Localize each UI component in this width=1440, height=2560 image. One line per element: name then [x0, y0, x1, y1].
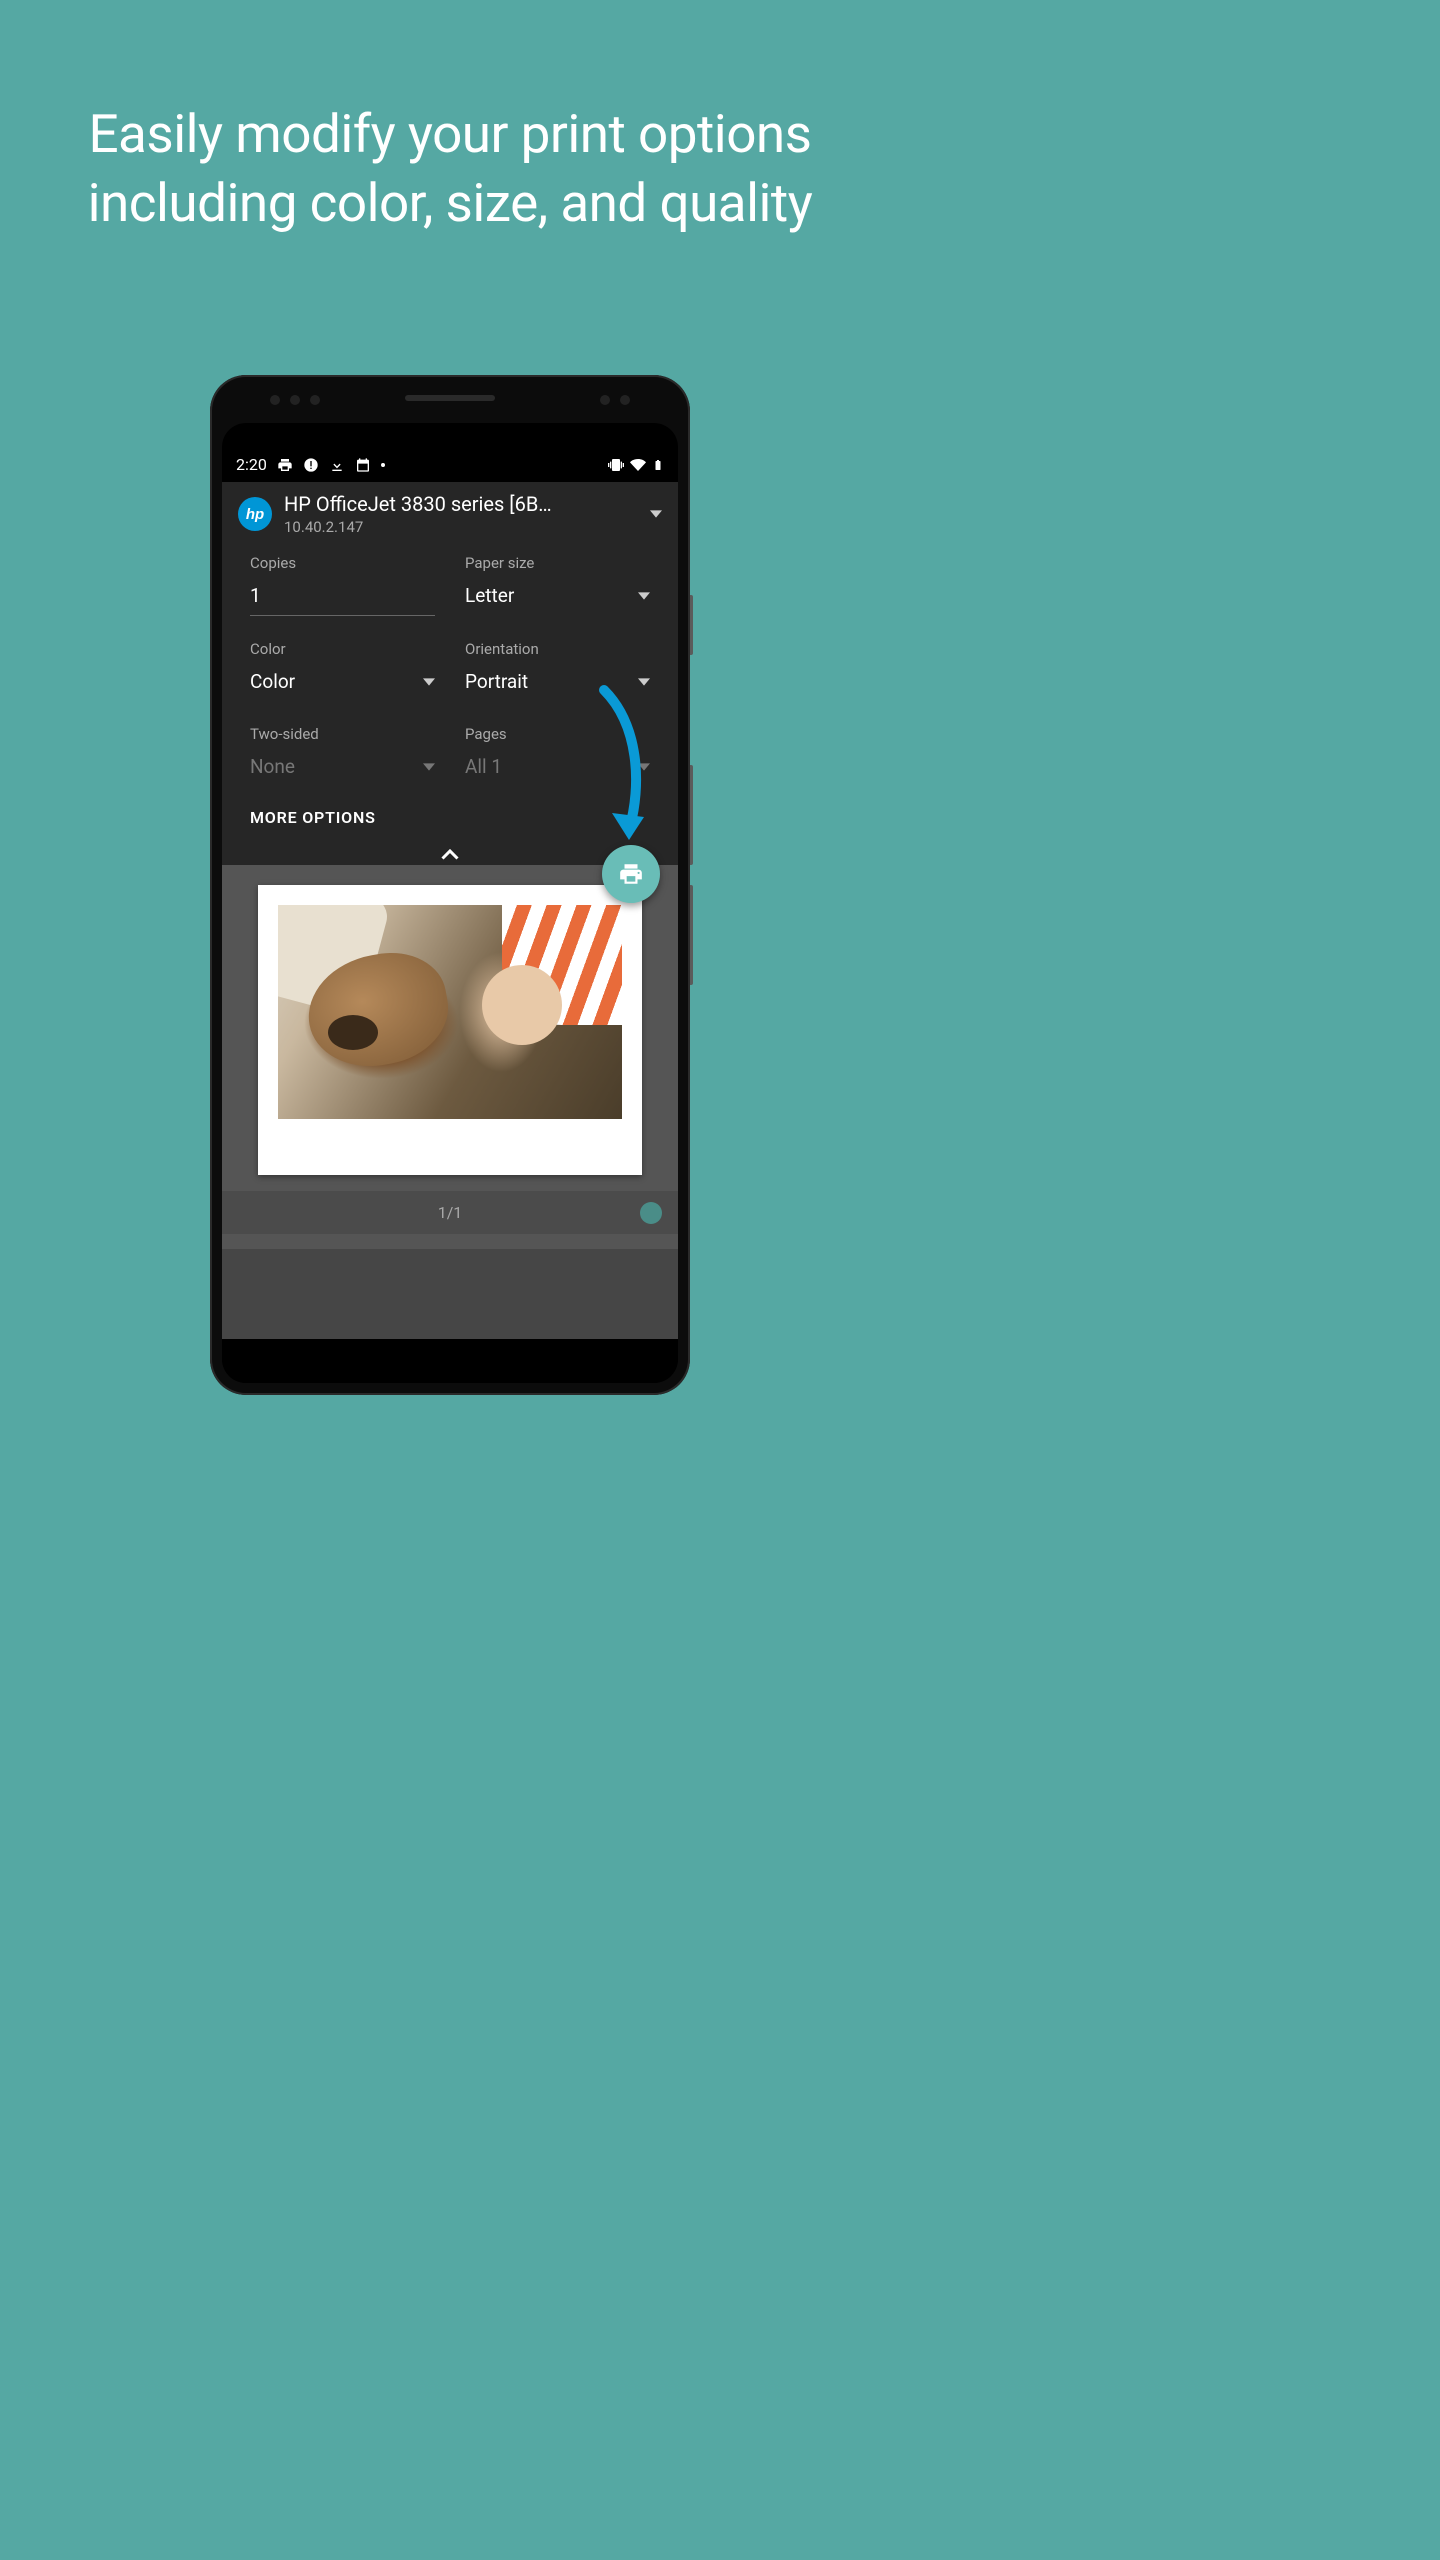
color-field[interactable]: Color Color — [250, 640, 435, 715]
chevron-down-icon — [638, 590, 650, 602]
print-icon — [277, 457, 293, 473]
print-fab-button[interactable] — [602, 845, 660, 903]
copies-label: Copies — [250, 554, 435, 572]
chevron-down-icon — [638, 676, 650, 688]
print-icon — [618, 861, 644, 887]
orientation-value: Portrait — [465, 670, 528, 693]
calendar-icon — [355, 457, 371, 473]
pages-value: All 1 — [465, 755, 502, 778]
paper-size-value: Letter — [465, 584, 514, 607]
color-value: Color — [250, 670, 295, 693]
android-nav-bar — [222, 1339, 678, 1383]
battery-icon — [652, 457, 664, 473]
phone-hardware-top — [210, 395, 690, 401]
hp-logo-icon: hp — [238, 497, 272, 531]
two-sided-field: Two-sided None — [250, 725, 435, 800]
power-button-hw — [690, 595, 693, 655]
printer-ip: 10.40.2.147 — [284, 518, 552, 536]
color-label: Color — [250, 640, 435, 658]
two-sided-label: Two-sided — [250, 725, 435, 743]
more-options-button[interactable]: MORE OPTIONS — [222, 800, 678, 845]
pages-field: Pages All 1 — [465, 725, 650, 800]
copies-value: 1 — [250, 584, 261, 607]
wifi-icon — [630, 457, 646, 473]
pages-label: Pages — [465, 725, 650, 743]
bottom-scrim — [222, 1249, 678, 1339]
volume-up-hw — [690, 765, 693, 865]
print-options-panel: hp HP OfficeJet 3830 series [6B… 10.40.2… — [222, 482, 678, 875]
status-bar: 2:20 — [222, 423, 678, 482]
printer-name: HP OfficeJet 3830 series [6B… — [284, 492, 552, 516]
chevron-down-icon — [638, 761, 650, 773]
phone-screen: 2:20 hp HP OfficeJet 3830 series [6B… 10… — [222, 423, 678, 1383]
chevron-up-icon — [441, 845, 459, 863]
preview-photo — [278, 905, 622, 1119]
marketing-headline: Easily modify your print options includi… — [0, 0, 900, 238]
printer-selector[interactable]: hp HP OfficeJet 3830 series [6B… 10.40.2… — [222, 482, 678, 544]
vibrate-icon — [608, 457, 624, 473]
page-selected-check-icon[interactable] — [640, 1202, 662, 1224]
more-notifications-dot — [381, 463, 385, 467]
chevron-down-icon — [423, 676, 435, 688]
chevron-down-icon — [423, 761, 435, 773]
paper-size-field[interactable]: Paper size Letter — [465, 554, 650, 630]
page-indicator-text: 1/1 — [438, 1203, 463, 1222]
volume-down-hw — [690, 885, 693, 985]
orientation-label: Orientation — [465, 640, 650, 658]
phone-frame: 2:20 hp HP OfficeJet 3830 series [6B… 10… — [210, 375, 690, 1395]
download-icon — [329, 457, 345, 473]
alert-icon — [303, 457, 319, 473]
page-indicator-bar: 1/1 — [222, 1191, 678, 1234]
status-time: 2:20 — [236, 455, 267, 474]
paper-size-label: Paper size — [465, 554, 650, 572]
orientation-field[interactable]: Orientation Portrait — [465, 640, 650, 715]
copies-field[interactable]: Copies 1 — [250, 554, 435, 630]
two-sided-value: None — [250, 755, 295, 778]
chevron-down-icon — [650, 508, 662, 520]
preview-page — [258, 885, 642, 1175]
